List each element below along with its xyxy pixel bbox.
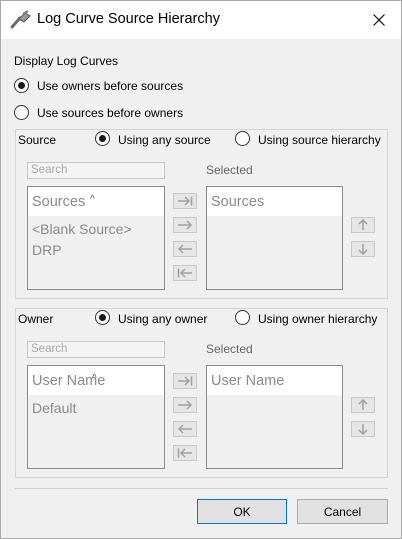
sort-ascending-icon: ^ [90,194,95,205]
owner-move-all-right-button[interactable] [173,373,197,389]
source-move-up-button[interactable] [351,217,375,233]
radio-any-source[interactable] [95,131,110,146]
source-move-left-button[interactable] [173,241,197,257]
owner-available-list[interactable]: User Name ^ Default [27,365,165,469]
source-group-label: Source [18,133,57,147]
title-bar: Log Curve Source Hierarchy [1,1,401,39]
source-move-all-left-button[interactable] [173,265,197,281]
owner-group-label: Owner [18,312,54,326]
move-all-left-icon [177,448,192,458]
source-available-header[interactable]: Sources ^ [28,187,164,216]
radio-sources-before-owners[interactable] [14,105,29,120]
radio-source-hierarchy-label: Using source hierarchy [258,133,381,147]
radio-source-hierarchy[interactable] [235,131,250,146]
source-available-list[interactable]: Sources ^ <Blank Source> DRP [27,186,165,290]
cancel-button[interactable]: Cancel [297,499,388,524]
arrow-left-icon [177,244,192,254]
owner-move-right-button[interactable] [173,397,197,413]
arrow-up-icon [358,399,368,410]
log-curve-app-icon [10,10,31,29]
owner-search-input[interactable]: Search [27,341,165,358]
display-heading: Display Log Curves [14,54,119,68]
source-search-input[interactable]: Search [27,162,165,179]
source-selected-list[interactable]: Sources [206,186,343,290]
owner-selected-header[interactable]: User Name [207,366,342,395]
radio-any-owner-label: Using any owner [118,312,208,326]
move-all-right-icon [178,196,193,206]
arrow-left-icon [177,424,192,434]
owner-move-down-button[interactable] [351,421,375,437]
window-title: Log Curve Source Hierarchy [37,11,220,27]
radio-owner-hierarchy[interactable] [235,310,250,325]
arrow-down-icon [358,424,368,435]
list-item[interactable]: DRP [32,242,62,258]
source-available-header-text: Sources [32,194,86,210]
radio-any-owner[interactable] [95,310,110,325]
owner-selected-label: Selected [206,342,253,356]
arrow-down-icon [358,244,368,255]
owner-move-up-button[interactable] [351,397,375,413]
owner-move-left-button[interactable] [173,421,197,437]
sort-ascending-icon: ^ [92,373,97,384]
source-selected-label: Selected [206,163,253,177]
move-all-left-icon [177,268,192,278]
source-move-right-button[interactable] [173,217,197,233]
source-move-all-right-button[interactable] [173,193,197,209]
close-button[interactable] [357,1,401,39]
owner-selected-list[interactable]: User Name [206,365,343,469]
radio-owners-before-sources[interactable] [14,78,29,93]
arrow-up-icon [358,219,368,230]
owner-move-all-left-button[interactable] [173,445,197,461]
arrow-right-icon [178,400,193,410]
radio-any-source-label: Using any source [118,133,211,147]
list-item[interactable]: <Blank Source> [32,221,132,237]
source-selected-header[interactable]: Sources [207,187,342,216]
close-icon [373,14,385,26]
dialog-window: Log Curve Source Hierarchy Display Log C… [0,0,402,539]
radio-owner-hierarchy-label: Using owner hierarchy [258,312,378,326]
move-all-right-icon [178,376,193,386]
radio-owners-before-sources-label: Use owners before sources [37,79,184,93]
source-move-down-button[interactable] [351,241,375,257]
list-item[interactable]: Default [32,400,76,416]
ok-button[interactable]: OK [197,499,287,524]
arrow-right-icon [178,220,193,230]
owner-available-header[interactable]: User Name ^ [28,366,164,395]
footer-divider [15,488,388,489]
radio-sources-before-owners-label: Use sources before owners [37,106,184,120]
